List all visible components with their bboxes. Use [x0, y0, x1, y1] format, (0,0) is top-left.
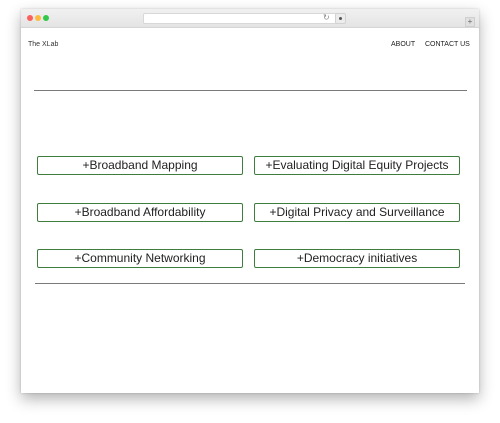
close-window-button[interactable] [27, 15, 33, 21]
community-networking-button[interactable]: +Community Networking [37, 249, 243, 268]
evaluating-digital-equity-button[interactable]: +Evaluating Digital Equity Projects [254, 156, 460, 175]
nav-about-link[interactable]: ABOUT [391, 41, 415, 48]
browser-titlebar: ↻ [21, 9, 479, 28]
digital-privacy-button[interactable]: +Digital Privacy and Surveillance [254, 203, 460, 222]
extension-icon[interactable] [335, 13, 346, 24]
browser-window: ↻ + The XLab ABOUT CONTACT US +Broadband… [21, 9, 479, 393]
site-logo-link[interactable]: The XLab [28, 41, 58, 48]
bottom-divider [35, 283, 465, 284]
nav-contact-link[interactable]: CONTACT US [425, 41, 470, 48]
new-tab-button[interactable]: + [465, 17, 475, 27]
broadband-mapping-button[interactable]: +Broadband Mapping [37, 156, 243, 175]
minimize-window-button[interactable] [35, 15, 41, 21]
address-bar[interactable] [143, 13, 341, 24]
reload-icon[interactable]: ↻ [323, 12, 330, 24]
broadband-affordability-button[interactable]: +Broadband Affordability [37, 203, 243, 222]
top-divider [34, 90, 467, 91]
democracy-initiatives-button[interactable]: +Democracy initiatives [254, 249, 460, 268]
zoom-window-button[interactable] [43, 15, 49, 21]
